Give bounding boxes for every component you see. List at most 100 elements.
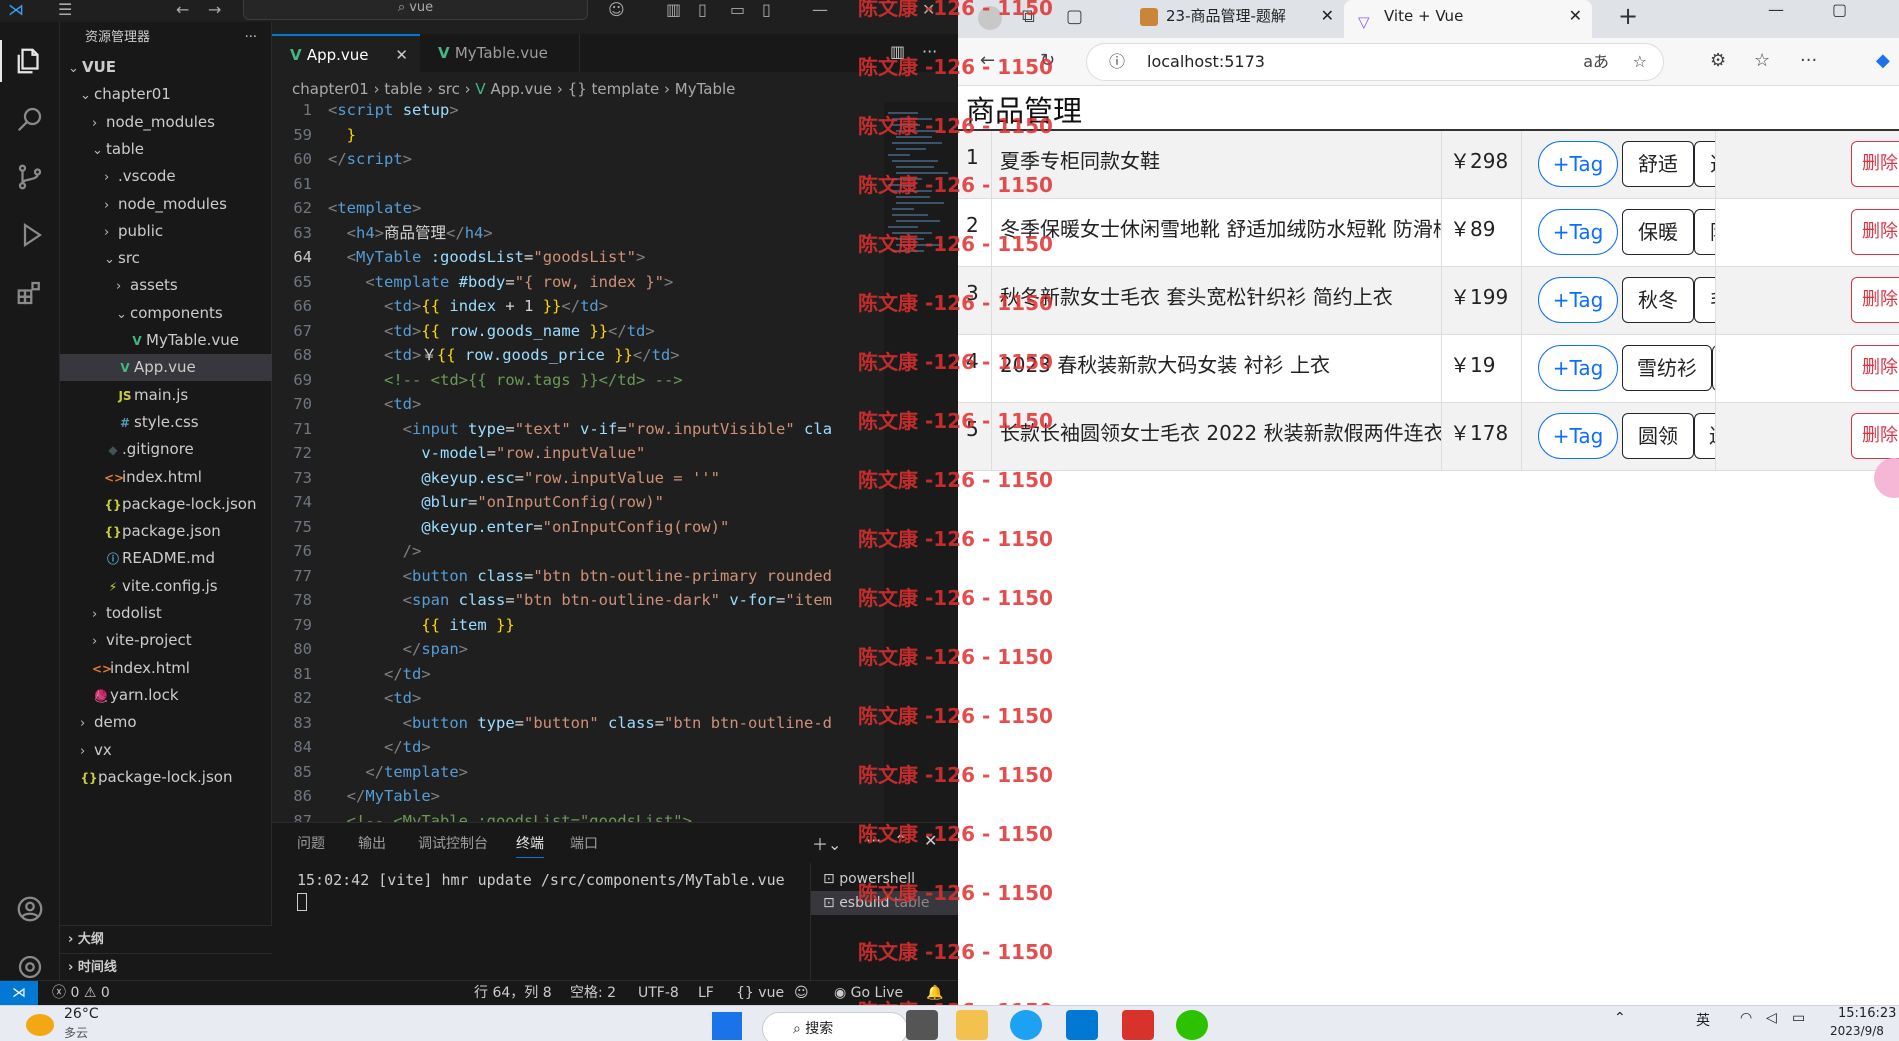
encoding[interactable]: UTF-8 (638, 981, 679, 1006)
browser-tab-vite[interactable]: ▽ Vite + Vue ✕ (1344, 0, 1592, 38)
breadcrumb-item[interactable]: table (384, 80, 422, 98)
run-debug-icon[interactable] (0, 206, 60, 264)
tree-item[interactable]: JS main.js (60, 382, 272, 409)
new-terminal-icon[interactable]: ＋⌄ (812, 831, 841, 855)
favorite-star-icon[interactable]: ☆ (1633, 44, 1647, 80)
minimize-icon[interactable]: — (1768, 0, 1784, 19)
tray-chevron-icon[interactable]: ⌃ (1614, 1010, 1626, 1026)
delete-button[interactable]: 删除 (1851, 413, 1899, 459)
search-view-icon[interactable] (0, 90, 60, 148)
delete-button[interactable]: 删除 (1851, 277, 1899, 323)
tab-app-vue[interactable]: V App.vue ✕ (272, 34, 420, 72)
code-editor[interactable]: 1 <script setup> 59 } 60 </script> 61 62 <templ… (272, 102, 884, 822)
add-tag-button[interactable]: +Tag (1538, 345, 1618, 391)
breadcrumb-item[interactable]: src (438, 80, 460, 98)
add-tag-button[interactable]: +Tag (1538, 413, 1618, 459)
problems-status[interactable]: ⓧ 0 ⚠ 0 (52, 981, 110, 1006)
add-tag-button[interactable]: +Tag (1538, 209, 1618, 255)
tree-item[interactable]: <>index.html (60, 655, 272, 682)
new-tab-icon[interactable]: + (1618, 2, 1638, 30)
tree-item[interactable]: ⌄ chapter01 (60, 81, 272, 108)
tab-problems[interactable]: 问题 (297, 833, 325, 853)
file-explorer-icon[interactable] (956, 1010, 988, 1040)
menu-icon[interactable]: ☰ (58, 0, 72, 19)
tree-item[interactable]: › vx (60, 737, 272, 764)
task-view-icon[interactable] (906, 1010, 938, 1040)
taskbar-search[interactable]: ⌕ 搜索 (762, 1012, 908, 1041)
tree-item[interactable]: {}package.json (60, 518, 272, 545)
breadcrumb-item[interactable]: MyTable (675, 80, 736, 98)
tag-badge[interactable]: 透气 (1694, 141, 1715, 187)
source-control-icon[interactable] (0, 148, 60, 206)
vscode-taskbar-icon[interactable] (1066, 1010, 1098, 1040)
indentation[interactable]: 空格: 2 (570, 981, 616, 1006)
more-menu-icon[interactable]: ··· (1800, 50, 1817, 71)
tree-item[interactable]: {}package-lock.json (60, 764, 272, 791)
wifi-icon[interactable]: ◠ (1740, 1010, 1752, 1026)
tag-badge[interactable]: 秋冬 (1622, 277, 1694, 323)
copilot-icon[interactable]: ☺ (608, 0, 625, 19)
tag-badge[interactable]: 舒适 (1622, 141, 1694, 187)
tree-item[interactable]: › public (60, 218, 272, 245)
close-tab-icon[interactable]: ✕ (395, 36, 408, 74)
tree-item[interactable]: ⌄ src (60, 245, 272, 272)
extensions-icon[interactable]: ⚙ (1710, 50, 1726, 71)
close-tab-icon[interactable]: ✕ (1569, 0, 1582, 32)
ime-indicator[interactable]: 英 (1696, 1010, 1710, 1030)
favorites-icon[interactable]: ☆ (1754, 50, 1770, 71)
delete-button[interactable]: 删除 (1851, 141, 1899, 187)
tag-badge[interactable]: 圆领 (1622, 413, 1694, 459)
tree-item[interactable]: <>index.html (60, 464, 272, 491)
tag-badge[interactable]: 防滑 (1694, 209, 1715, 255)
minimize-icon[interactable]: — (812, 0, 828, 19)
volume-icon[interactable]: ◁ (1766, 1010, 1777, 1026)
tag-badge[interactable]: 连衣裙 (1694, 413, 1715, 459)
breadcrumb-item[interactable]: chapter01 (292, 80, 369, 98)
vertical-tabs-icon[interactable]: ▢ (1066, 6, 1083, 27)
language-mode[interactable]: {} vue (736, 981, 784, 1006)
timeline-section[interactable]: › 时间线 (60, 953, 272, 981)
tab-mytable-vue[interactable]: V MyTable.vue (420, 34, 580, 72)
tab-debug-console[interactable]: 调试控制台 (418, 833, 488, 853)
delete-button[interactable]: 删除 (1851, 345, 1899, 391)
command-center[interactable]: ⌕ vue (243, 0, 588, 20)
tag-badge[interactable]: 保暖 (1622, 209, 1694, 255)
browser-tab-article[interactable]: 23-商品管理-题解 ✕ (1126, 0, 1344, 38)
breadcrumb-item[interactable]: App.vue (490, 80, 552, 98)
more-actions-icon[interactable]: ··· (245, 22, 257, 54)
site-info-icon[interactable]: ⓘ (1109, 44, 1125, 80)
battery-icon[interactable]: ▭ (1792, 1010, 1805, 1026)
tab-ports[interactable]: 端口 (570, 833, 598, 853)
edge-icon[interactable] (1010, 1010, 1042, 1040)
forward-icon[interactable]: → (208, 0, 221, 19)
tree-item[interactable]: › assets (60, 272, 272, 299)
copilot-status-icon[interactable]: ☺ (794, 981, 809, 1006)
tree-item[interactable]: ⌄ components (60, 300, 272, 327)
tree-item[interactable]: V App.vue (60, 354, 272, 382)
copilot-icon[interactable]: ◆ (1876, 50, 1890, 71)
close-tab-icon[interactable]: ✕ (1321, 0, 1334, 32)
tree-item[interactable]: ⌄ table (60, 136, 272, 163)
add-tag-button[interactable]: +Tag (1538, 277, 1618, 323)
toggle-aux-icon[interactable]: ▯ (762, 0, 771, 19)
tree-item[interactable]: ⓘ README.md (60, 545, 272, 572)
tree-item[interactable]: › node_modules (60, 191, 272, 218)
clock-time[interactable]: 15:16:23 (1838, 1006, 1896, 1021)
line-ending[interactable]: LF (698, 981, 714, 1006)
tree-item[interactable]: ⌄ VUE (60, 54, 272, 81)
cursor-position[interactable]: 行 64，列 8 (474, 981, 552, 1006)
tree-item[interactable]: ◆ .gitignore (60, 436, 272, 463)
tree-item[interactable]: › .vscode (60, 163, 272, 190)
outline-section[interactable]: › 大纲 (60, 925, 272, 953)
extensions-icon[interactable] (0, 264, 60, 322)
read-aloud-icon[interactable]: aあ (1583, 44, 1609, 80)
delete-button[interactable]: 删除 (1851, 209, 1899, 255)
remote-icon[interactable]: ⋊ (0, 981, 38, 1006)
tree-item[interactable]: V MyTable.vue (60, 327, 272, 354)
wechat-icon[interactable] (1176, 1010, 1208, 1040)
back-icon[interactable]: ← (176, 0, 189, 19)
layout-icon[interactable]: ▥ (666, 0, 681, 19)
toggle-panel-icon[interactable]: ▭ (730, 0, 745, 19)
breadcrumb-item[interactable]: {} template (568, 80, 660, 98)
maximize-icon[interactable]: ▢ (1832, 0, 1847, 19)
